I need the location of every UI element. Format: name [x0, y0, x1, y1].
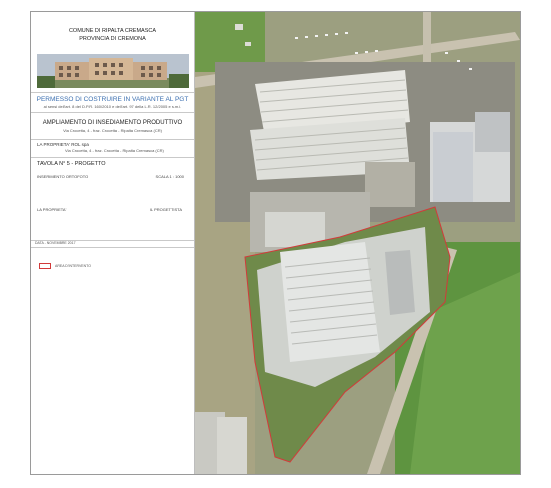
date-label: DATA - NOVEMBRE 2017: [35, 241, 76, 245]
owner-signature: LA PROPRIETA': [37, 207, 67, 212]
owner-label: LA PROPRIETA' ROL spa: [37, 142, 89, 147]
intervention-area-legend-swatch: [39, 263, 51, 269]
comune-name: COMUNE DI RIPALTA CREMASCA: [68, 28, 157, 34]
table-number: TAVOLA N° 5 - PROGETTO: [37, 161, 106, 167]
project-title: AMPLIAMENTO DI INSEDIAMENTO PRODUTTIVO: [42, 120, 183, 126]
town-hall-photo: [37, 54, 189, 88]
divider: [31, 92, 194, 93]
designer-signature: IL PROGETTISTA: [149, 207, 182, 212]
scale-label: SCALA 1 : 1000: [155, 174, 184, 179]
owner-address: Via Crocetta, 4 - fraz. Crocetta - Ripal…: [65, 148, 164, 153]
permesso-subtitle: ai sensi dell'art. 8 del D.P.R. 160/2010…: [43, 104, 182, 109]
legend-label: AREA D'INTERVENTO: [55, 264, 91, 268]
provincia-name: PROVINCIA DI CREMONA: [79, 36, 146, 42]
project-subtitle: Via Crocetta, 4 - fraz. Crocetta - Ripal…: [63, 128, 162, 133]
divider: [31, 157, 194, 158]
divider: [31, 112, 194, 113]
divider: [31, 247, 194, 248]
title-block: COMUNE DI RIPALTA CREMASCA PROVINCIA DI …: [31, 12, 195, 474]
sheet-subject: INSERIMENTO ORTOFOTO: [37, 174, 89, 179]
permesso-title: PERMESSO DI COSTRUIRE IN VARIANTE AL PGT: [36, 96, 189, 103]
divider: [31, 139, 194, 140]
orthophoto-map: [195, 12, 520, 474]
